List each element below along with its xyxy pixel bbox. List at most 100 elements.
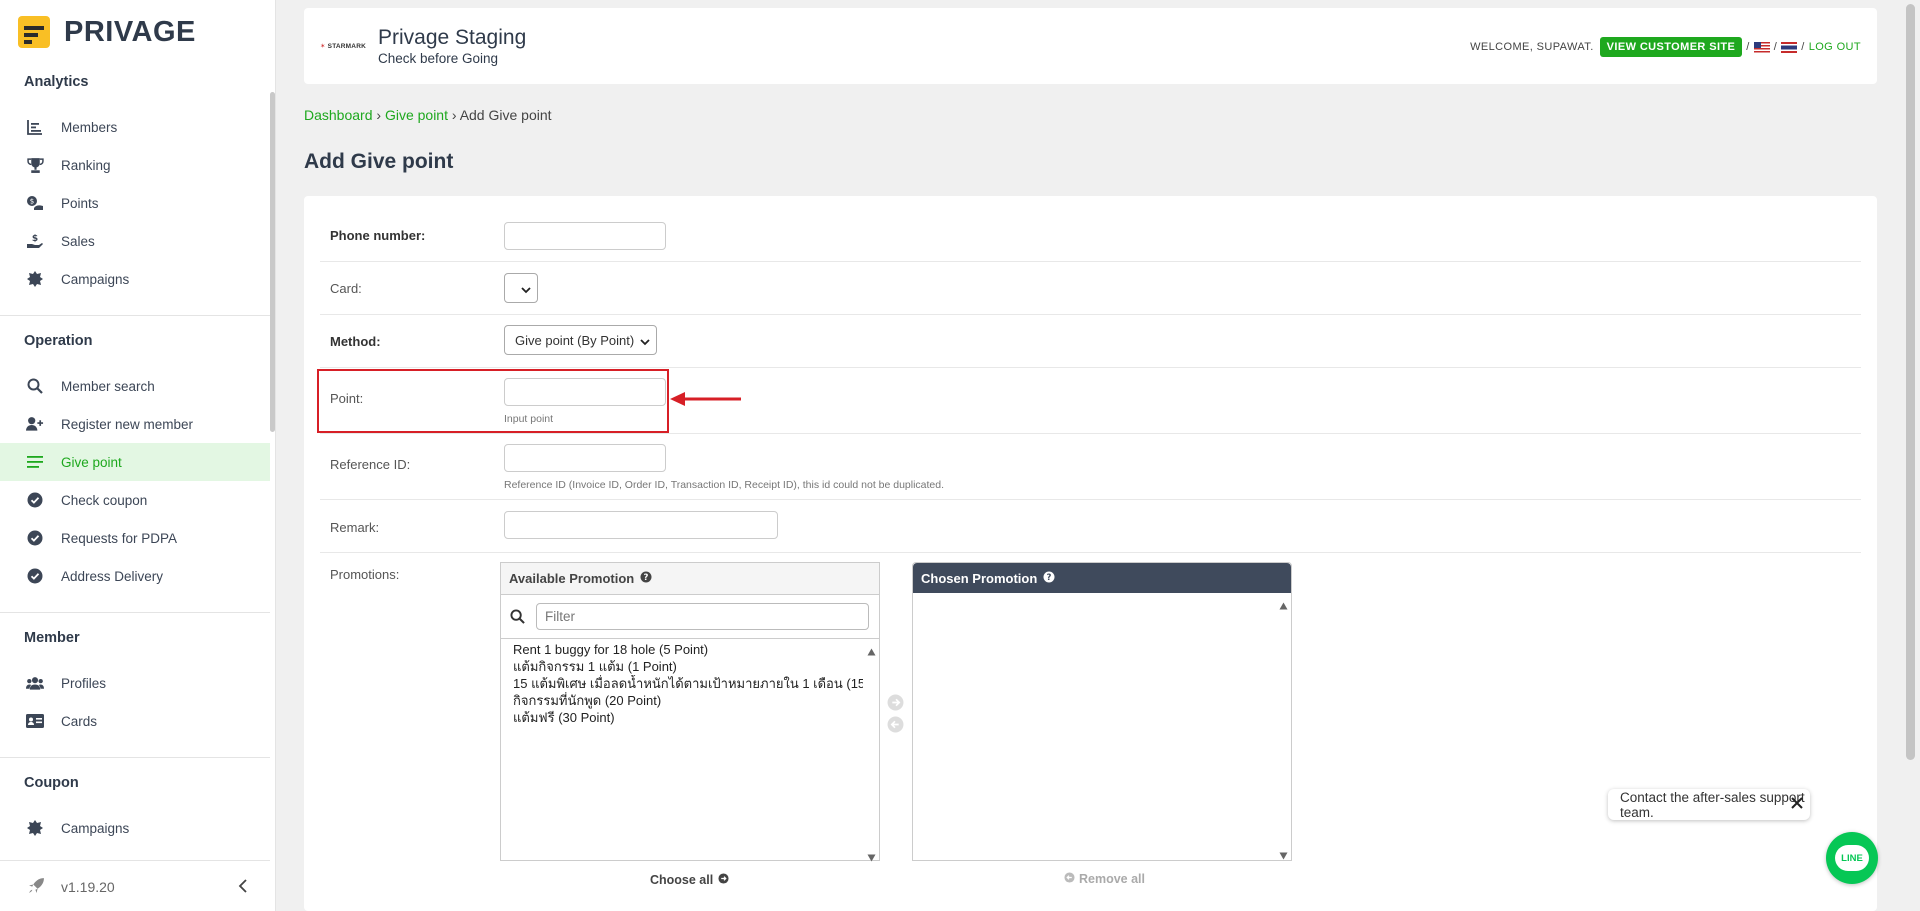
svg-text:?: ? [644, 573, 649, 583]
user-tools: WELCOME, SUPAWAT. VIEW CUSTOMER SITE / /… [1470, 37, 1861, 57]
sidebar-item-label: Profiles [61, 675, 107, 691]
method-select[interactable]: Give point (By Point) [504, 325, 657, 355]
sidebar-item-label: Sales [61, 233, 95, 249]
user-plus-icon [26, 415, 44, 433]
scroll-down-icon[interactable] [1279, 847, 1288, 863]
breadcrumb-current: Add Give point [459, 107, 552, 123]
row-remark: Remark: [320, 500, 1861, 553]
svg-text:?: ? [1047, 573, 1052, 583]
sidebar-item-label: Requests for PDPA [61, 530, 178, 546]
us-flag-icon[interactable] [1753, 41, 1770, 53]
view-customer-site-button[interactable]: VIEW CUSTOMER SITE [1599, 37, 1743, 57]
phone-number-input[interactable] [504, 222, 666, 250]
reference-label: Reference ID: [330, 457, 411, 472]
users-icon [26, 674, 44, 692]
scroll-up-icon[interactable] [1279, 597, 1288, 613]
sidebar-item-label: Ranking [61, 157, 111, 173]
breadcrumb: Dashboard › Give point › Add Give point [304, 107, 552, 123]
check-circle-icon [26, 529, 44, 547]
sidebar-item-register-new-member[interactable]: Register new member [0, 405, 270, 443]
remark-input[interactable] [504, 511, 778, 539]
breadcrumb-give-point[interactable]: Give point [385, 107, 448, 123]
promotion-option[interactable]: 15 แต้มพิเศษ เมื่อลดน้ำหนักได้ตามเป้าหมา… [501, 675, 863, 692]
thai-flag-icon[interactable] [1781, 41, 1798, 53]
list-icon [26, 453, 44, 471]
sidebar-footer: v1.19.20 [0, 870, 270, 904]
sidebar-item-sales[interactable]: $ Sales [0, 222, 270, 260]
points-icon: $ [26, 194, 44, 212]
sidebar-item-ranking[interactable]: Ranking [0, 146, 270, 184]
star-icon: ✶ [320, 43, 326, 50]
promotion-option[interactable]: แต้มฟรี (30 Point) [501, 709, 863, 726]
available-promotion-header: Available Promotion ? [501, 563, 879, 595]
scroll-down-icon[interactable] [867, 849, 876, 865]
card-select[interactable] [504, 273, 538, 303]
site-title: Privage Staging [378, 26, 527, 49]
scroll-up-icon[interactable] [867, 643, 876, 659]
sidebar-item-give-point[interactable]: Give point [0, 443, 270, 481]
sidebar-item-points[interactable]: $ Points [0, 184, 270, 222]
page-title: Add Give point [304, 150, 454, 173]
sidebar-item-label: Check coupon [61, 492, 148, 508]
remove-arrow-icon[interactable] [887, 716, 904, 736]
sidebar-item-address-delivery[interactable]: Address Delivery [0, 557, 270, 595]
sidebar-divider [0, 315, 270, 316]
sidebar-item-campaigns[interactable]: Campaigns [0, 260, 270, 298]
version-label: v1.19.20 [61, 879, 115, 895]
page-scrollbar[interactable] [1906, 4, 1915, 760]
chevron-down-icon [521, 283, 531, 298]
section-coupon: Coupon [24, 775, 79, 791]
promotion-option[interactable]: กิจกรรมที่นักพูด (20 Point) [501, 692, 863, 709]
site-subtitle: Check before Going [378, 51, 499, 66]
add-arrow-icon[interactable] [887, 694, 904, 714]
filter-row: Filter [501, 595, 879, 639]
available-promotion-list[interactable]: Rent 1 buggy for 18 hole (5 Point) แต้มก… [501, 639, 879, 862]
svg-text:$: $ [30, 198, 34, 206]
promotion-filter-input[interactable]: Filter [536, 603, 869, 630]
card-label: Card: [330, 281, 362, 296]
close-icon[interactable] [1790, 796, 1804, 813]
welcome-text: WELCOME, SUPAWAT. [1470, 41, 1594, 53]
help-icon[interactable]: ? [1043, 571, 1055, 586]
sidebar-item-cards[interactable]: Cards [0, 702, 270, 740]
sidebar-item-requests-for-pdpa[interactable]: Requests for PDPA [0, 519, 270, 557]
id-card-icon [26, 712, 44, 730]
phone-label: Phone number: [330, 228, 426, 243]
sidebar-item-member-search[interactable]: Member search [0, 367, 270, 405]
brand-name: PRIVAGE [64, 15, 196, 48]
rocket-icon [28, 877, 45, 897]
row-reference: Reference ID: Reference ID (Invoice ID, … [320, 434, 1861, 500]
sidebar-item-coupon-campaigns[interactable]: Campaigns [0, 809, 270, 847]
promotion-option[interactable]: แต้มกิจกรรม 1 แต้ม (1 Point) [501, 658, 863, 675]
sidebar-item-members[interactable]: Members [0, 108, 270, 146]
logout-link[interactable]: LOG OUT [1809, 41, 1861, 53]
line-chat-button[interactable]: LINE [1826, 832, 1878, 884]
arrow-right-circle-icon [718, 873, 729, 887]
sidebar-divider [0, 757, 270, 758]
row-method: Method: Give point (By Point) [320, 315, 1861, 368]
check-circle-icon [26, 567, 44, 585]
sidebar-item-label: Member search [61, 378, 155, 394]
hand-dollar-icon: $ [26, 232, 44, 250]
promotion-option[interactable]: Rent 1 buggy for 18 hole (5 Point) [501, 641, 863, 658]
chevron-left-icon[interactable] [238, 878, 248, 897]
sidebar-item-label: Campaigns [61, 271, 130, 287]
breadcrumb-dashboard[interactable]: Dashboard [304, 107, 373, 123]
search-icon [510, 609, 525, 627]
sidebar-item-check-coupon[interactable]: Check coupon [0, 481, 270, 519]
choose-all-link[interactable]: Choose all [650, 873, 729, 887]
remove-all-link[interactable]: Remove all [1064, 872, 1145, 886]
reference-id-input[interactable] [504, 444, 666, 472]
arrow-left-circle-icon [1064, 872, 1075, 886]
annotation-arrow-icon [670, 392, 741, 406]
sidebar-scrollbar[interactable] [270, 92, 275, 432]
sidebar-item-label: Register new member [61, 416, 194, 432]
badge-icon [26, 270, 44, 288]
section-operation: Operation [24, 333, 93, 349]
sidebar-item-profiles[interactable]: Profiles [0, 664, 270, 702]
search-icon [26, 377, 44, 395]
help-icon[interactable]: ? [640, 571, 652, 586]
brand-logo[interactable]: PRIVAGE [18, 14, 196, 50]
chosen-promotion-list[interactable] [913, 593, 1291, 860]
support-tooltip: Contact the after-sales support team. [1608, 789, 1810, 820]
